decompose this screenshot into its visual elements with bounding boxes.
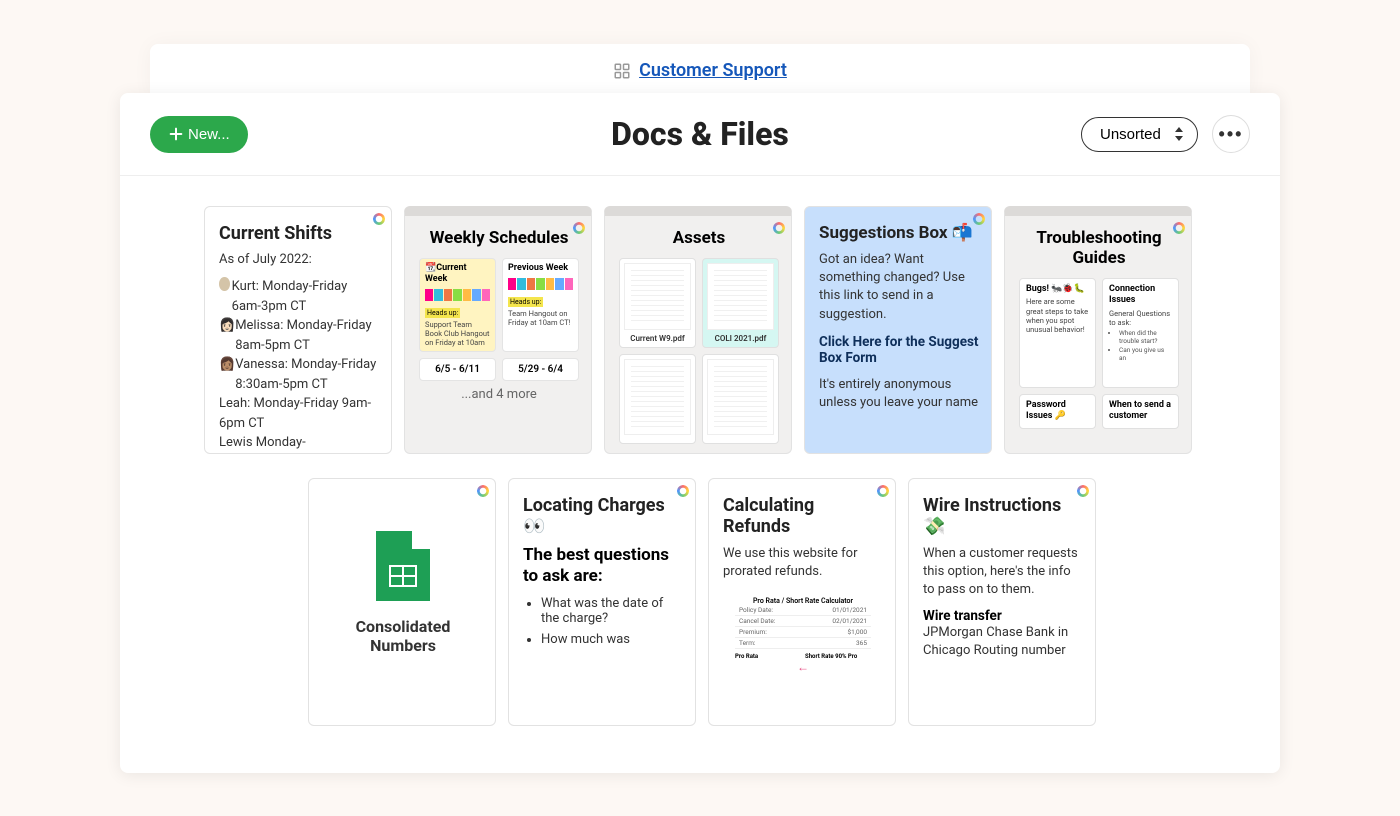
wire-bank: JPMorgan Chase Bank in Chicago Routing n… (923, 624, 1083, 660)
avatar: 👩🏽 (219, 355, 235, 394)
card-title: Assets (619, 228, 779, 248)
new-button-label: New... (188, 126, 230, 143)
card-subtitle: The best questions to ask are: (523, 545, 683, 588)
card-current-shifts[interactable]: Current Shifts As of July 2022: Kurt: Mo… (204, 206, 392, 454)
color-ring-icon (1077, 485, 1089, 497)
wire-heading: Wire transfer (923, 608, 1083, 624)
list-item: How much was (541, 632, 683, 647)
card-body-text: We use this website for prorated refunds… (723, 545, 883, 581)
shift-text: Vanessa: Monday-Friday 8:30am-5pm CT (235, 355, 379, 394)
mini-card-bugs: Bugs! 🐜🐞🐛 Here are some great steps to t… (1019, 278, 1096, 388)
color-ring-icon (877, 485, 889, 497)
file-thumb (702, 354, 779, 444)
card-suggestions-box[interactable]: Suggestions Box 📬 Got an idea? Want some… (804, 206, 992, 454)
subcard-current-week: 📆Current Week Heads up: Support Team Boo… (419, 258, 496, 352)
list-item: What was the date of the charge? (541, 596, 683, 626)
google-sheets-icon (376, 531, 430, 601)
grid-icon (613, 62, 631, 80)
file-thumb (619, 354, 696, 444)
breadcrumb: Customer Support (150, 44, 1250, 97)
mini-card-connection: Connection Issues General Questions to a… (1102, 278, 1179, 388)
card-title: Troubleshooting Guides (1019, 228, 1179, 268)
shift-text: Lewis Monday- (219, 433, 306, 453)
card-locating-charges[interactable]: Locating Charges 👀 The best questions to… (508, 478, 696, 726)
card-body-text: When a customer requests this option, he… (923, 545, 1083, 600)
toolbar: New... Docs & Files Unsorted ••• (120, 93, 1280, 176)
shift-text: Leah: Monday-Friday 9am-6pm CT (219, 394, 379, 433)
card-title: Consolidated Numbers (323, 617, 483, 655)
ellipsis-icon: ••• (1219, 124, 1244, 145)
mini-card-customer: When to send a customer (1102, 394, 1179, 429)
color-ring-icon (973, 213, 985, 225)
color-ring-icon (477, 485, 489, 497)
card-troubleshooting[interactable]: Troubleshooting Guides Bugs! 🐜🐞🐛 Here ar… (1004, 206, 1192, 454)
suggestions-link: Click Here for the Suggest Box Form (819, 334, 979, 366)
more-button[interactable]: ••• (1212, 115, 1250, 153)
color-ring-icon (677, 485, 689, 497)
card-weekly-schedules[interactable]: Weekly Schedules 📆Current Week Heads up:… (404, 206, 592, 454)
card-calculating-refunds[interactable]: Calculating Refunds We use this website … (708, 478, 896, 726)
color-ring-icon (573, 222, 585, 234)
color-ring-icon (773, 222, 785, 234)
card-title: Locating Charges 👀 (523, 495, 683, 537)
card-wire-instructions[interactable]: Wire Instructions 💸 When a customer requ… (908, 478, 1096, 726)
file-thumb: Current W9.pdf (619, 258, 696, 348)
shift-text: Melissa: Monday-Friday 8am-5pm CT (235, 316, 379, 355)
plus-icon (168, 126, 184, 142)
card-subtitle: As of July 2022: (219, 252, 379, 267)
card-title: Wire Instructions 💸 (923, 495, 1083, 537)
card-assets[interactable]: Assets Current W9.pdf COLI 2021.pdf (604, 206, 792, 454)
shift-text: Kurt: Monday-Friday 6am-3pm CT (232, 277, 379, 316)
color-ring-icon (373, 213, 385, 225)
subcard-previous-week: Previous Week Heads up: Team Hangout on … (502, 258, 579, 352)
page-title: Docs & Files (611, 115, 789, 153)
card-consolidated-numbers[interactable]: Consolidated Numbers (308, 478, 496, 726)
new-button[interactable]: New... (150, 116, 248, 153)
date-range: 6/5 - 6/11 (419, 358, 496, 381)
breadcrumb-link[interactable]: Customer Support (639, 60, 787, 81)
color-ring-icon (1173, 222, 1185, 234)
avatar: 👩🏻 (219, 316, 235, 355)
card-title: Calculating Refunds (723, 495, 883, 537)
date-range: 5/29 - 6/4 (502, 358, 579, 381)
card-footer-text: It's entirely anonymous unless you leave… (819, 376, 979, 412)
and-more-label: ...and 4 more (419, 387, 579, 402)
card-title: Suggestions Box 📬 (819, 223, 979, 243)
calculator-preview: Pro Rata / Short Rate Calculator Policy … (731, 593, 875, 678)
card-title: Current Shifts (219, 223, 379, 244)
mini-card-password: Password Issues 🔑 (1019, 394, 1096, 429)
card-title: Weekly Schedules (419, 228, 579, 248)
card-body-text: Got an idea? Want something changed? Use… (819, 251, 979, 324)
sort-select[interactable]: Unsorted (1081, 117, 1198, 152)
avatar (219, 277, 230, 291)
file-thumb: COLI 2021.pdf (702, 258, 779, 348)
